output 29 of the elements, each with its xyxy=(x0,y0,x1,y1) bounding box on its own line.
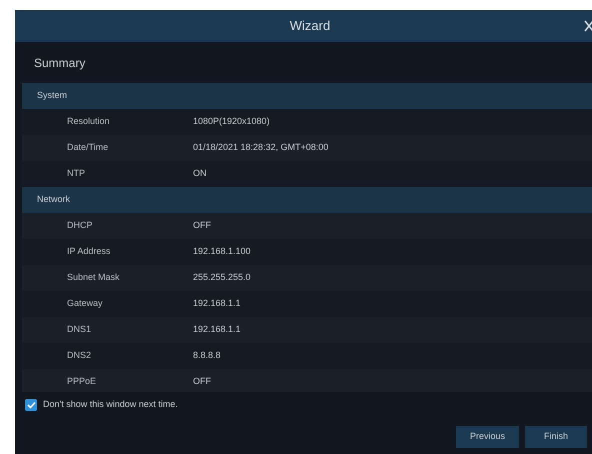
setting-value: OFF xyxy=(193,219,211,232)
setting-label: IP Address xyxy=(66,245,112,258)
setting-value: 192.168.1.100 xyxy=(193,245,251,258)
close-icon[interactable] xyxy=(584,20,592,32)
group-title: System xyxy=(37,89,68,102)
setting-label: DHCP xyxy=(66,219,94,232)
setting-label: DNS2 xyxy=(66,349,92,362)
setting-label: Date/Time xyxy=(66,141,110,154)
setting-label: DNS1 xyxy=(66,323,92,336)
setting-value: OFF xyxy=(193,375,211,388)
setting-value: 1080P(1920x1080) xyxy=(193,115,270,128)
setting-label: Gateway xyxy=(66,297,104,310)
group-title: Network xyxy=(37,193,70,206)
setting-value: 8.8.8.8 xyxy=(193,349,221,362)
checkbox-label: Don't show this window next time. xyxy=(43,398,178,412)
setting-value: 01/18/2021 18:28:32, GMT+08:00 xyxy=(193,141,328,154)
setting-value: 255.255.255.0 xyxy=(193,271,251,284)
wizard-button[interactable]: Finish xyxy=(525,426,587,448)
setting-label: PPPoE xyxy=(66,375,98,388)
setting-label: Subnet Mask xyxy=(66,271,121,284)
setting-label: NTP xyxy=(66,167,86,180)
setting-value: 192.168.1.1 xyxy=(193,323,241,336)
checkbox[interactable] xyxy=(25,399,37,411)
wizard-button[interactable]: Previous xyxy=(456,426,519,448)
section-heading: Summary xyxy=(34,54,86,72)
setting-value: ON xyxy=(193,167,206,180)
setting-label: Resolution xyxy=(66,115,111,128)
setting-value: 192.168.1.1 xyxy=(193,297,241,310)
window-title: Wizard xyxy=(290,17,330,36)
